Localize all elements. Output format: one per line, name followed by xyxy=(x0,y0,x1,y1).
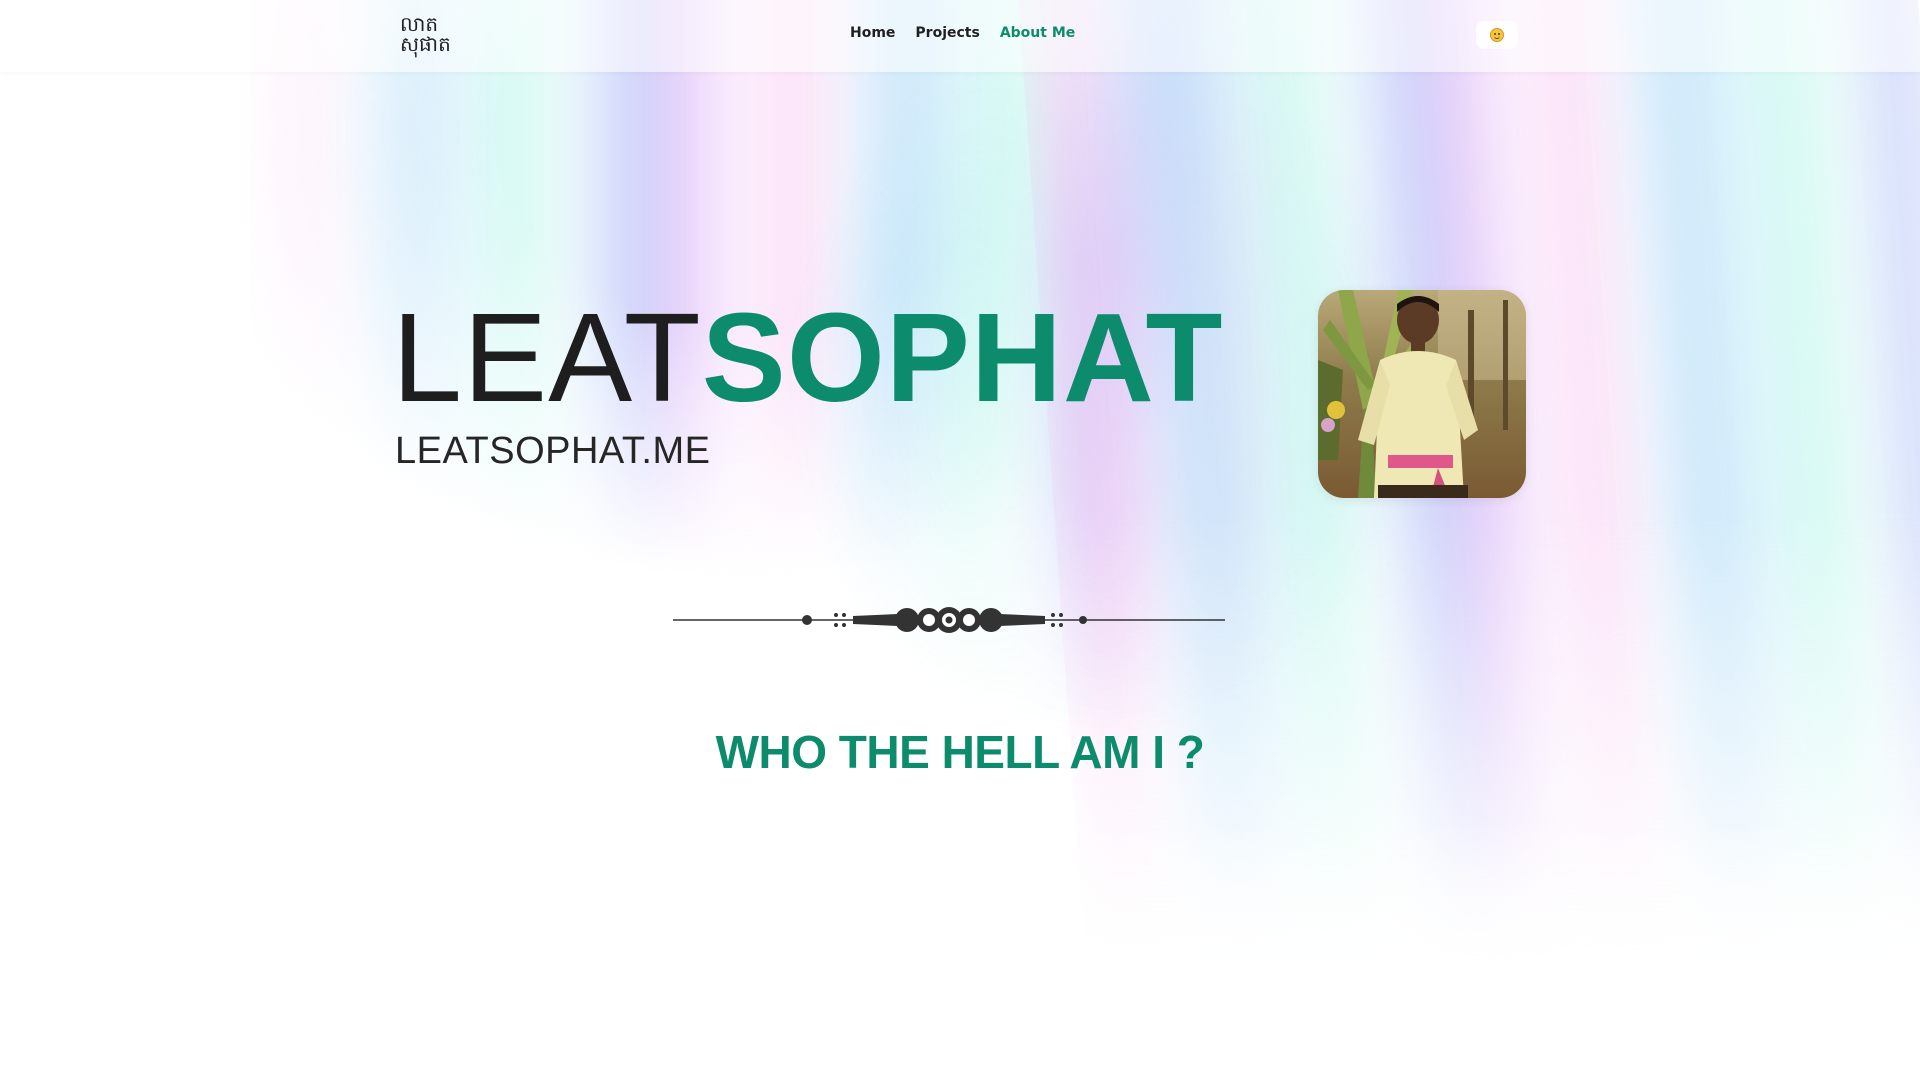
ornamental-divider xyxy=(673,607,1225,633)
nav-about-me[interactable]: About Me xyxy=(1000,25,1075,41)
aurora-background xyxy=(0,0,1920,1080)
logo-line-2: សុផាត xyxy=(400,32,451,56)
hero-name-last: SOPHAT xyxy=(701,287,1224,428)
theme-toggle-button[interactable] xyxy=(1476,21,1518,49)
page: លាត សុផាត Home Projects About Me LEATSOP… xyxy=(0,0,1920,1080)
nav-projects[interactable]: Projects xyxy=(915,25,979,41)
hero-name: LEATSOPHAT xyxy=(392,288,1223,428)
site-domain: LEATSOPHAT.ME xyxy=(395,430,711,472)
smiley-face-icon xyxy=(1490,28,1504,42)
hero-name-first: LEAT xyxy=(392,287,702,428)
site-logo[interactable]: លាត សុផាត xyxy=(400,14,460,58)
nav-home[interactable]: Home xyxy=(850,25,895,41)
section-heading: WHO THE HELL AM I ? xyxy=(715,726,1205,778)
main-nav: Home Projects About Me xyxy=(850,25,1075,41)
site-header: លាត សុផាត Home Projects About Me xyxy=(0,0,1920,72)
profile-photo xyxy=(1318,290,1526,498)
logo-line-1: លាត xyxy=(400,12,439,36)
